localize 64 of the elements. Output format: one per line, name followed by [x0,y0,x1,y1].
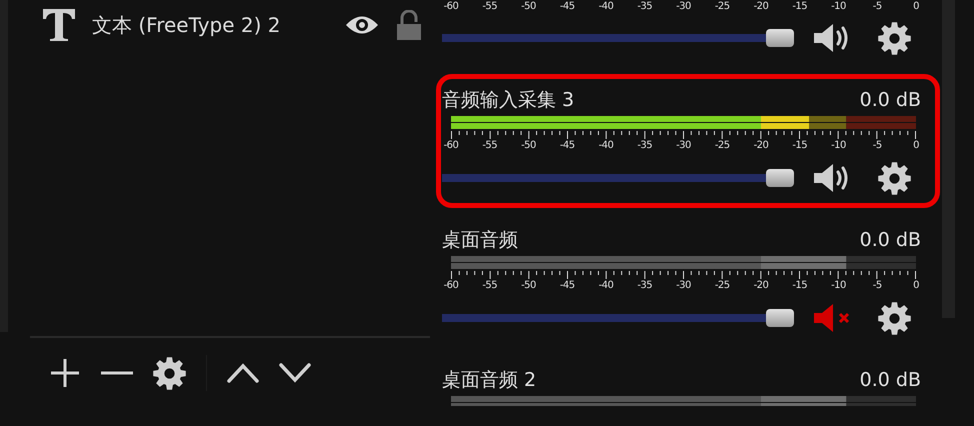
scale-label: -5 [872,139,882,152]
volume-slider[interactable] [442,28,794,48]
volume-slider[interactable] [442,308,794,328]
scale-label: 0 [913,0,919,13]
text-source-icon [42,8,76,42]
scale-label: -25 [714,139,730,152]
scale-label: -50 [521,0,536,13]
settings-icon[interactable] [878,22,911,54]
source-name: 文本 (FreeType 2) 2 [92,12,282,38]
scale-label: -20 [754,0,768,13]
scale-label: -10 [831,279,846,292]
db-reading: 0.0 dB [860,89,921,111]
scale-label: 0 [913,139,919,152]
scale-label: -25 [714,279,730,292]
slider-thumb[interactable] [766,29,794,47]
scale-label: -55 [482,279,498,292]
slider-thumb[interactable] [766,169,794,187]
scale-label: -30 [676,139,691,152]
scale-label: -15 [792,139,808,152]
scale-label: -40 [598,139,614,152]
scale-label: -60 [444,0,458,13]
scale-label: -25 [714,0,730,13]
volume-slider[interactable] [442,168,794,188]
open-padlock-icon[interactable] [396,10,422,40]
eye-icon[interactable] [346,14,378,36]
scale-label: -5 [872,279,882,292]
settings-icon[interactable] [153,356,186,390]
scale-label: -30 [676,0,691,13]
slider-thumb[interactable] [766,309,794,327]
channel-name: 桌面音频 2 [442,368,536,393]
scale-label: -60 [444,139,458,152]
scale-label: -55 [482,139,498,152]
channel-name: 桌面音频 [442,228,518,253]
scale-label: -5 [872,0,882,13]
add-icon[interactable] [49,357,81,389]
scale-label: -35 [637,279,652,292]
scale-label: -10 [831,139,846,152]
scale-label: -35 [637,139,652,152]
up-chevron-icon[interactable] [227,363,259,383]
scale-label: -50 [521,139,536,152]
scale-label: -60 [444,279,458,292]
scale-label: -45 [560,279,575,292]
scale-label: -15 [792,279,808,292]
scale-label: -20 [754,139,768,152]
scale-label: -45 [560,139,575,152]
scale-label: -15 [792,0,808,13]
scale-label: -45 [560,0,575,13]
channel-name: 音频输入采集 3 [442,88,574,113]
scale-label: -35 [637,0,652,13]
db-reading: 0.0 dB [860,369,921,391]
scale-label: -50 [521,279,536,292]
source-item[interactable]: 文本 (FreeType 2) 2 [8,0,430,50]
down-chevron-icon[interactable] [279,363,311,383]
scale-label: -40 [598,279,614,292]
scale-label: -40 [598,0,614,13]
scale-label: 0 [913,279,919,292]
settings-icon[interactable] [878,162,911,194]
remove-icon[interactable] [101,371,133,375]
scale-label: -20 [754,279,768,292]
scale-label: -55 [482,0,498,13]
settings-icon[interactable] [878,302,911,334]
scale-label: -30 [676,279,691,292]
scale-label: -10 [831,0,846,13]
db-reading: 0.0 dB [860,229,921,251]
